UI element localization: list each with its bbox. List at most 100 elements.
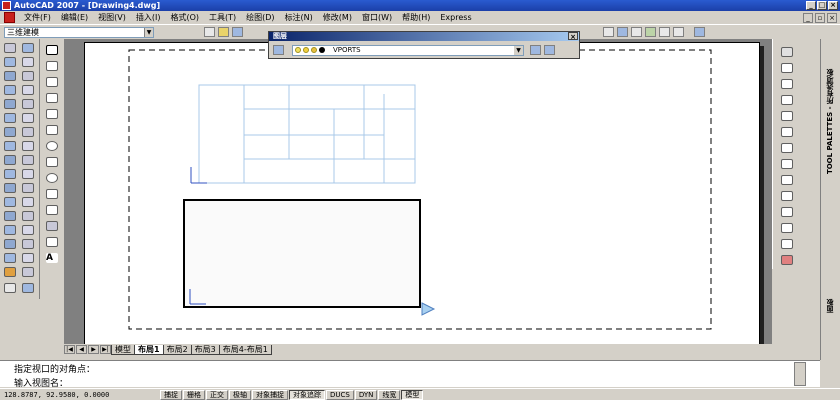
menu-express[interactable]: Express [435,13,476,22]
new-viewport[interactable] [183,199,421,308]
camera-icon[interactable] [22,183,34,193]
extrude-icon[interactable] [4,99,16,109]
make-current-icon[interactable] [530,45,541,55]
extend-icon[interactable] [781,207,793,217]
mirror-icon[interactable] [781,79,793,89]
tab-model[interactable]: 模型 [111,344,135,355]
tab-layout2[interactable]: 布局2 [162,344,192,355]
pyramid-icon[interactable] [4,85,16,95]
menu-draw[interactable]: 绘图(D) [241,12,279,23]
explode-icon[interactable] [781,255,793,265]
dyn-toggle[interactable]: DYN [354,389,378,400]
layer-on-icon[interactable] [295,47,301,53]
menu-view[interactable]: 视图(V) [93,12,131,23]
snap-toggle[interactable]: 捕捉 [160,389,182,400]
thicken-icon[interactable] [22,155,34,165]
document-icon[interactable] [4,12,15,23]
orbit-icon[interactable] [4,169,16,179]
model-toggle[interactable]: 模型 [401,389,424,400]
grid-toggle[interactable]: 栅格 [183,389,205,400]
wedge-icon[interactable] [22,43,34,53]
tab-layout1[interactable]: 布局1 [134,344,164,355]
ucs-icon[interactable] [22,253,34,263]
menu-file[interactable]: 文件(F) [19,12,56,23]
print-icon[interactable] [4,283,16,293]
sweep-icon[interactable] [4,113,16,123]
view-front-icon[interactable] [4,239,16,249]
slice-icon[interactable] [22,141,34,151]
maximize-button[interactable]: □ [817,1,827,10]
copy-icon[interactable] [781,63,793,73]
offset-icon[interactable] [781,95,793,105]
menu-insert[interactable]: 插入(I) [131,12,166,23]
last-tab-button[interactable]: ▶| [100,345,111,354]
text-icon[interactable]: A [46,253,58,263]
coordinates-readout[interactable]: 128.8787, 92.9580, 0.0000 [0,391,160,399]
properties-icon[interactable] [603,27,614,37]
plot-icon[interactable] [22,283,34,293]
layer-select[interactable]: VPORTS ▼ [292,44,524,56]
menu-format[interactable]: 格式(O) [165,12,204,23]
layer-freeze-icon[interactable] [303,47,309,53]
walk-icon[interactable] [4,197,16,207]
zoom-icon[interactable] [4,183,16,193]
workspace-select[interactable]: 三维建模 ▼ [4,26,154,38]
tab-layout4[interactable]: 布局4-布局1 [218,344,272,355]
calculator-icon[interactable] [673,27,684,37]
line-icon[interactable] [46,45,58,55]
save-icon[interactable] [232,27,243,37]
chamfer-icon[interactable] [781,239,793,249]
visual-style-icon[interactable] [22,225,34,235]
fly-icon[interactable] [22,197,34,207]
first-tab-button[interactable]: |◀ [64,345,75,354]
rotate-icon[interactable] [781,143,793,153]
lineweight-toggle[interactable]: 线宽 [378,389,401,400]
close-button[interactable]: × [828,1,838,10]
osnap-toggle[interactable]: 对象捕捉 [252,389,288,400]
menu-help[interactable]: 帮助(H) [397,12,435,23]
view-top-icon[interactable] [22,239,34,249]
cone-icon[interactable] [4,57,16,67]
revolve-icon[interactable] [22,99,34,109]
prev-tab-button[interactable]: ◀ [76,345,87,354]
erase-icon[interactable] [781,47,793,57]
doc-restore-button[interactable]: ▫ [815,12,825,23]
polar-toggle[interactable]: 极轴 [229,389,251,400]
sheet-set-icon[interactable] [645,27,656,37]
sphere-icon[interactable] [22,57,34,67]
break-icon[interactable] [781,223,793,233]
open-folder-icon[interactable] [218,27,229,37]
cylinder-icon[interactable] [4,71,16,81]
new-file-icon[interactable] [204,27,215,37]
spline-icon[interactable] [46,157,58,167]
menu-edit[interactable]: 编辑(E) [56,12,93,23]
menu-dimension[interactable]: 标注(N) [280,12,318,23]
block-icon[interactable] [46,189,58,199]
command-scrollbar[interactable] [794,362,806,386]
subtract-icon[interactable] [22,127,34,137]
rectangle-icon[interactable] [46,109,58,119]
arc-icon[interactable] [46,125,58,135]
layer-previous-icon[interactable] [544,45,555,55]
chevron-down-icon[interactable]: ▼ [514,45,523,55]
box-icon[interactable] [4,43,16,53]
ortho-toggle[interactable]: 正交 [206,389,228,400]
chevron-down-icon[interactable]: ▼ [144,27,153,37]
design-center-icon[interactable] [617,27,628,37]
point-icon[interactable] [46,205,58,215]
torus-icon[interactable] [22,71,34,81]
realistic-icon[interactable] [4,267,16,277]
intersect-icon[interactable] [4,141,16,151]
conceptual-icon[interactable] [22,267,34,277]
ellipse-icon[interactable] [46,173,58,183]
ducs-toggle[interactable]: DUCS [326,389,354,400]
polygon-icon[interactable] [46,93,58,103]
region-icon[interactable] [46,237,58,247]
markup-icon[interactable] [659,27,670,37]
tab-layout3[interactable]: 布局3 [190,344,220,355]
close-icon[interactable]: × [568,32,578,41]
stretch-icon[interactable] [781,175,793,185]
helix-icon[interactable] [22,85,34,95]
construction-line-icon[interactable] [46,61,58,71]
scale-icon[interactable] [781,159,793,169]
